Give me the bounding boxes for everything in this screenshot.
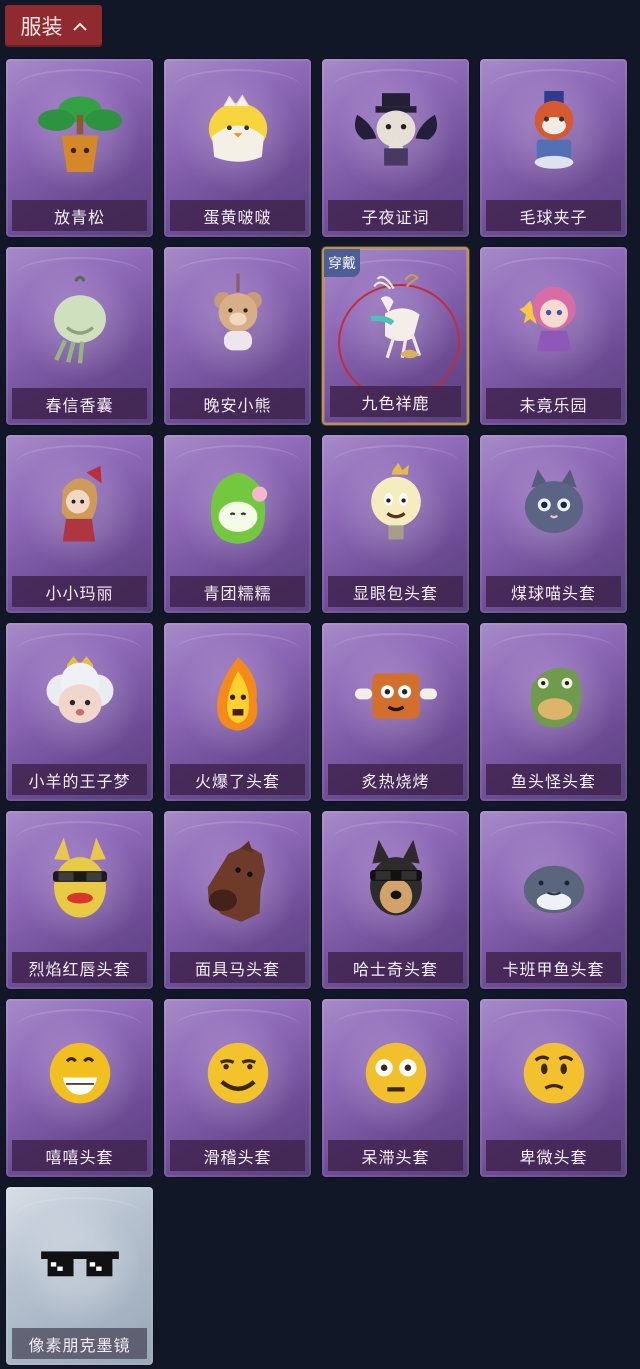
costume-card[interactable]: 滑稽头套: [164, 999, 311, 1177]
costume-card[interactable]: 放青松: [6, 59, 153, 237]
plague-doctor-icon: [338, 71, 453, 191]
costume-label: 像素朋克墨镜: [12, 1328, 147, 1359]
fish-shark-head-icon: [496, 823, 611, 943]
costume-label: 嘻嘻头套: [12, 1140, 147, 1171]
costume-card[interactable]: 毛球夹子: [480, 59, 627, 237]
costume-label: 卡班甲鱼头套: [486, 952, 621, 983]
costume-card[interactable]: 煤球喵头套: [480, 435, 627, 613]
costume-category-toggle[interactable]: 服装: [5, 5, 102, 47]
bbq-meat-icon: [338, 635, 453, 755]
lightbulb-head-icon: [338, 447, 453, 567]
deer-charm-icon: [340, 261, 455, 381]
costume-label: 青团糯糯: [170, 576, 305, 607]
grinning-emoji-icon: [22, 1011, 137, 1131]
yellow-pokemon-mask-icon: [22, 823, 137, 943]
chick-egg-icon: [180, 71, 295, 191]
costume-card[interactable]: 小小玛丽: [6, 435, 153, 613]
costume-card[interactable]: 春信香囊: [6, 247, 153, 425]
costume-card-selected[interactable]: 穿戴 九色祥鹿: [322, 247, 469, 425]
costume-label: 显眼包头套: [328, 576, 463, 607]
costume-card[interactable]: 炙热烧烤: [322, 623, 469, 801]
costume-label: 滑稽头套: [170, 1140, 305, 1171]
costume-label: 面具马头套: [170, 952, 305, 983]
fish-head-icon: [496, 635, 611, 755]
costume-label: 晚安小熊: [170, 388, 305, 419]
costume-card[interactable]: 显眼包头套: [322, 435, 469, 613]
costume-card[interactable]: 烈焰红唇头套: [6, 811, 153, 989]
costume-card[interactable]: 未竟乐园: [480, 247, 627, 425]
costume-card[interactable]: 鱼头怪头套: [480, 623, 627, 801]
costume-card[interactable]: 面具马头套: [164, 811, 311, 989]
costume-label: 炙热烧烤: [328, 764, 463, 795]
magical-girl-doll-icon: [496, 259, 611, 379]
costume-card[interactable]: 卡班甲鱼头套: [480, 811, 627, 989]
mary-doll-icon: [22, 447, 137, 567]
costume-label: 小小玛丽: [12, 576, 147, 607]
teddy-bear-icon: [180, 259, 295, 379]
timid-emoji-icon: [496, 1011, 611, 1131]
costume-label: 放青松: [12, 200, 147, 231]
costume-card[interactable]: 哈士奇头套: [322, 811, 469, 989]
black-cat-head-icon: [496, 447, 611, 567]
costume-card[interactable]: 晚安小熊: [164, 247, 311, 425]
dazed-emoji-icon: [338, 1011, 453, 1131]
red-panda-drum-icon: [496, 71, 611, 191]
category-label: 服装: [20, 15, 63, 39]
costume-label: 春信香囊: [12, 388, 147, 419]
fire-spirit-icon: [180, 635, 295, 755]
costume-card[interactable]: 卑微头套: [480, 999, 627, 1177]
costume-label: 蛋黄啵啵: [170, 200, 305, 231]
costume-label: 鱼头怪头套: [486, 764, 621, 795]
costume-card[interactable]: 子夜证词: [322, 59, 469, 237]
pine-tree-plant-icon: [22, 71, 137, 191]
costume-card[interactable]: 像素朋克墨镜: [6, 1187, 153, 1365]
costume-label: 卑微头套: [486, 1140, 621, 1171]
pixel-sunglasses-icon: [22, 1199, 137, 1319]
chevron-up-icon: [72, 22, 87, 31]
costume-label: 烈焰红唇头套: [12, 952, 147, 983]
costume-card[interactable]: 蛋黄啵啵: [164, 59, 311, 237]
costume-label: 未竟乐园: [486, 388, 621, 419]
costume-card[interactable]: 呆滞头套: [322, 999, 469, 1177]
costume-label: 子夜证词: [328, 200, 463, 231]
sheep-prince-icon: [22, 635, 137, 755]
costume-card[interactable]: 青团糯糯: [164, 435, 311, 613]
scent-pouch-icon: [22, 259, 137, 379]
costume-label: 哈士奇头套: [328, 952, 463, 983]
costume-label: 呆滞头套: [328, 1140, 463, 1171]
horse-mask-icon: [180, 823, 295, 943]
costume-label: 毛球夹子: [486, 200, 621, 231]
costume-card[interactable]: 嘻嘻头套: [6, 999, 153, 1177]
costume-card[interactable]: 火爆了头套: [164, 623, 311, 801]
husky-head-icon: [338, 823, 453, 943]
costume-label: 九色祥鹿: [330, 386, 461, 417]
green-mochi-icon: [180, 447, 295, 567]
smirk-emoji-icon: [180, 1011, 295, 1131]
costume-label: 煤球喵头套: [486, 576, 621, 607]
costume-label: 火爆了头套: [170, 764, 305, 795]
costume-label: 小羊的王子梦: [12, 764, 147, 795]
costume-card[interactable]: 小羊的王子梦: [6, 623, 153, 801]
